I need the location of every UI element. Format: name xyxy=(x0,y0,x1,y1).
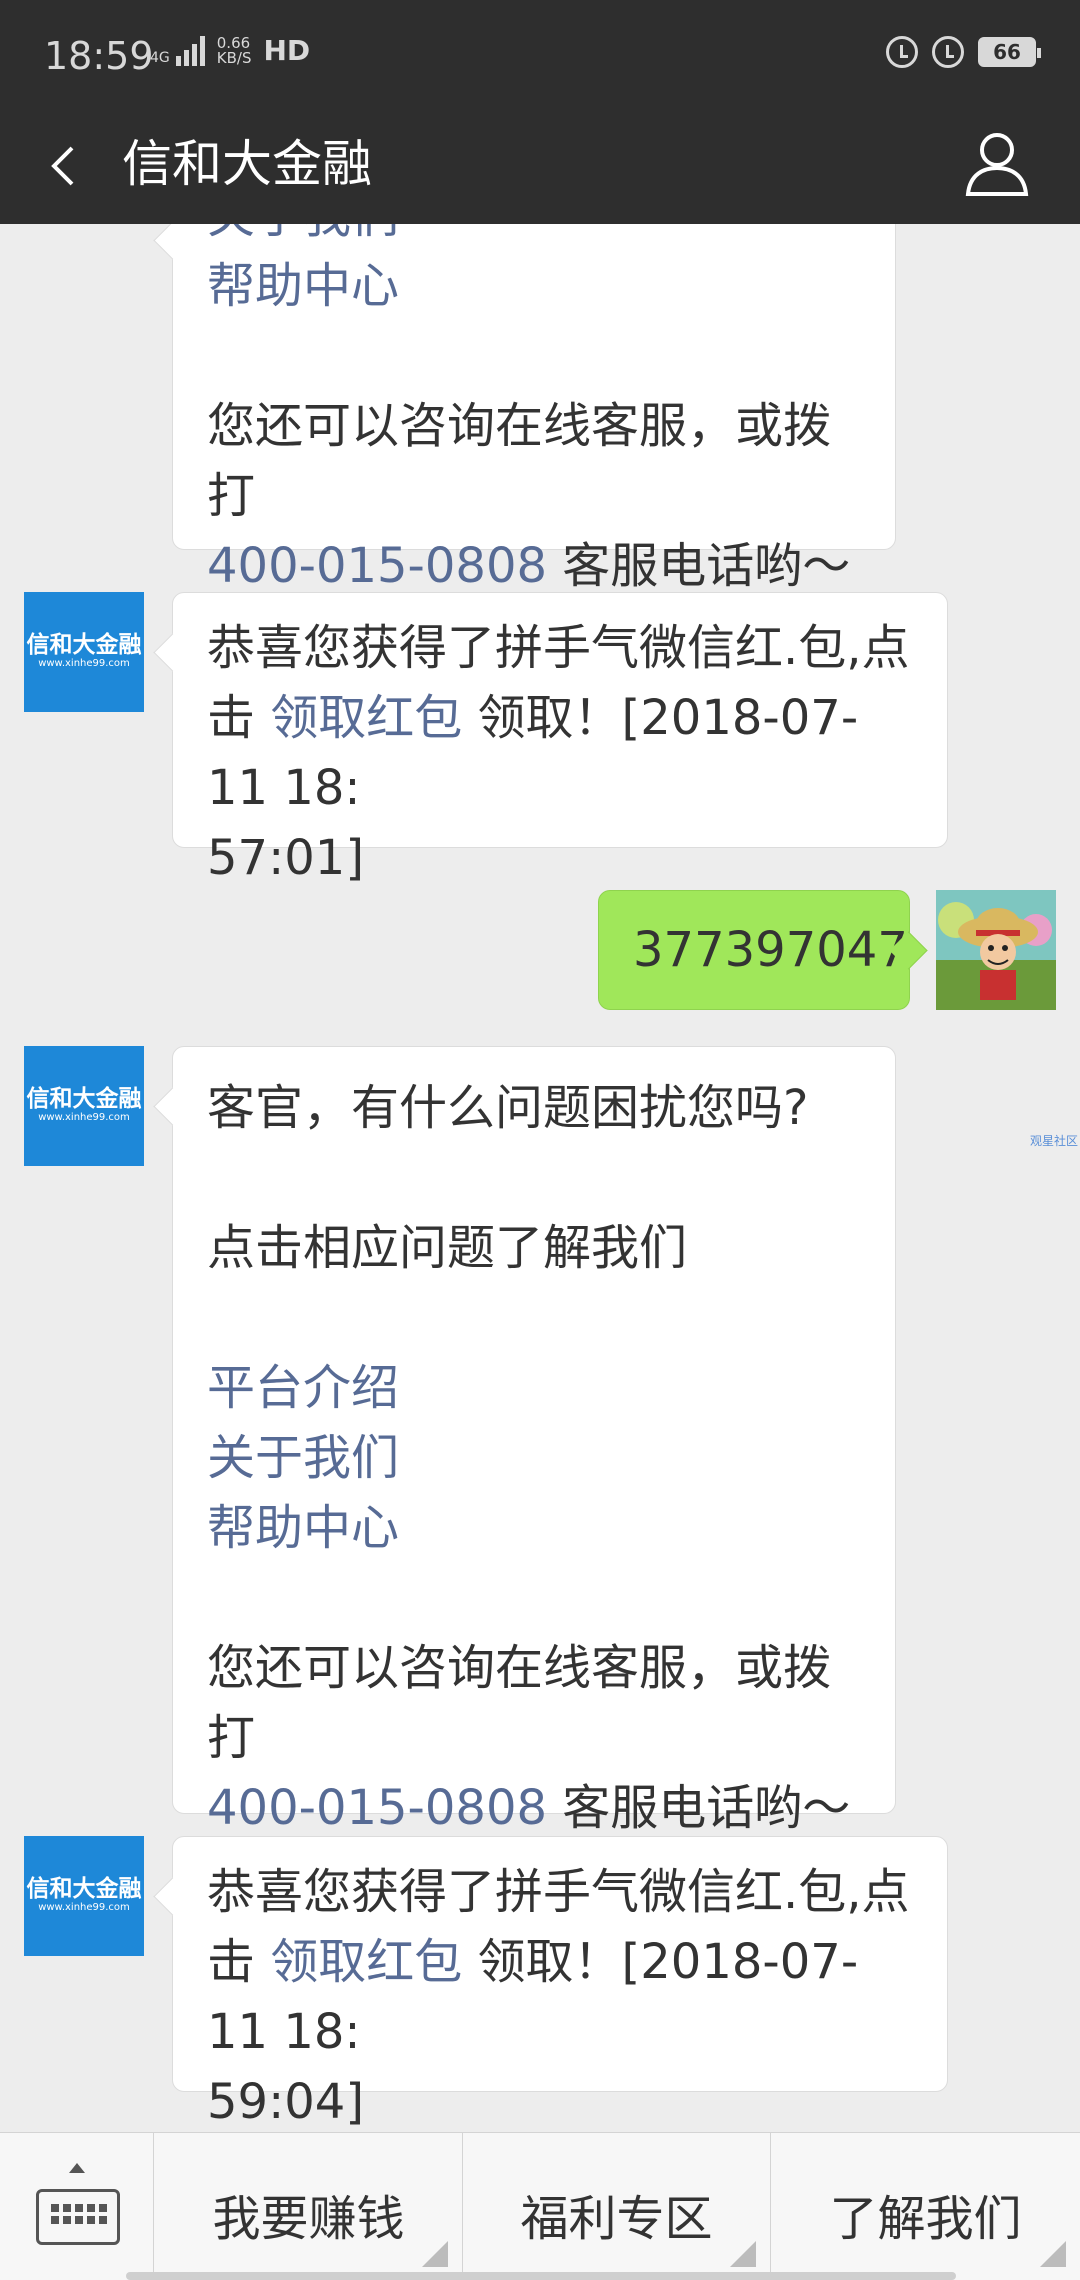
network-speed: 0.66 KB/S xyxy=(216,34,252,67)
home-indicator[interactable] xyxy=(126,2272,956,2280)
menu-earn-money[interactable]: 我要赚钱 xyxy=(155,2133,463,2280)
message-text: 377397047 xyxy=(633,922,908,978)
menu-about-us[interactable]: 了解我们 xyxy=(771,2133,1080,2280)
message-text: 击 领取红包 领取！[2018-07-11 18: xyxy=(207,690,859,816)
submenu-indicator-icon xyxy=(730,2241,756,2267)
chevron-up-icon xyxy=(69,2163,85,2173)
avatar[interactable]: 信和大金融 www.xinhe99.com xyxy=(24,592,144,712)
message-bubble: 关于我们 帮助中心 您还可以咨询在线客服，或拨打 400-015-0808 客服… xyxy=(172,224,896,594)
message-text: 59:04] xyxy=(207,2074,365,2130)
menu-benefits[interactable]: 福利专区 xyxy=(463,2133,771,2280)
watermark: 观星社区 xyxy=(1030,1134,1079,1148)
status-right: 66 xyxy=(886,36,1041,68)
profile-icon[interactable] xyxy=(964,130,1030,196)
avatar[interactable]: 信和大金融 www.xinhe99.com xyxy=(24,1836,144,1956)
bottom-menu-bar: 我要赚钱 福利专区 了解我们 xyxy=(0,2132,1080,2280)
page-title: 信和大金融 xyxy=(122,135,372,193)
user-avatar[interactable] xyxy=(936,890,1056,1010)
faq-link-help[interactable]: 帮助中心 xyxy=(207,251,861,321)
avatar[interactable]: 信和大金融 www.xinhe99.com xyxy=(24,1046,144,1166)
signal-icon xyxy=(175,36,205,66)
submenu-indicator-icon xyxy=(422,2241,448,2267)
claim-red-packet-link[interactable]: 领取红包 xyxy=(270,1934,462,1990)
chat-area[interactable]: 关于我们 帮助中心 您还可以咨询在线客服，或拨打 400-015-0808 客服… xyxy=(0,224,1080,2132)
faq-link-help[interactable]: 帮助中心 xyxy=(207,1493,861,1563)
network-type: 4G xyxy=(150,50,170,66)
keyboard-toggle-button[interactable] xyxy=(0,2133,154,2280)
message-text: 57:01] xyxy=(207,830,365,886)
claim-red-packet-link[interactable]: 领取红包 xyxy=(270,690,462,746)
battery-icon: 66 xyxy=(978,37,1041,67)
phone-link[interactable]: 400-015-0808 xyxy=(207,1780,547,1836)
message-bubble: 恭喜您获得了拼手气微信红.包,点 击 领取红包 领取！[2018-07-11 1… xyxy=(172,592,948,886)
alarm-icon xyxy=(932,36,964,68)
phone-link[interactable]: 400-015-0808 xyxy=(207,538,547,594)
network-indicator: 4G 0.66 KB/S HD xyxy=(150,36,310,66)
message-text: 恭喜您获得了拼手气微信红.包,点 xyxy=(207,1864,910,1920)
message-text: 击 领取红包 领取！[2018-07-11 18: xyxy=(207,1934,859,2060)
message-text: 400-015-0808 客服电话哟～ xyxy=(207,538,851,594)
message-text: 400-015-0808 客服电话哟～ xyxy=(207,1780,851,1836)
faq-link-platform[interactable]: 平台介绍 xyxy=(207,1353,861,1423)
status-bar: 18:59 4G 0.66 KB/S HD 66 xyxy=(0,0,1080,110)
faq-link-about[interactable]: 关于我们 xyxy=(207,1423,861,1493)
keyboard-icon xyxy=(36,2189,120,2245)
message-text: 客官，有什么问题困扰您吗? xyxy=(207,1080,809,1136)
message-text: 您还可以咨询在线客服，或拨打 xyxy=(207,398,832,524)
message-text: 点击相应问题了解我们 xyxy=(207,1220,688,1276)
message-bubble: 恭喜您获得了拼手气微信红.包,点 击 领取红包 领取！[2018-07-11 1… xyxy=(172,1836,948,2130)
submenu-indicator-icon xyxy=(1040,2241,1066,2267)
message-text: 您还可以咨询在线客服，或拨打 xyxy=(207,1640,832,1766)
faq-link-about[interactable]: 关于我们 xyxy=(207,224,861,251)
lock-rotation-icon xyxy=(886,36,918,68)
hd-indicator: HD xyxy=(263,34,311,67)
message-bubble: 客官，有什么问题困扰您吗? 点击相应问题了解我们 平台介绍 关于我们 帮助中心 … xyxy=(172,1046,896,1836)
status-time: 18:59 xyxy=(44,34,154,78)
message-bubble-outgoing: 377397047 xyxy=(598,890,910,1010)
back-icon[interactable] xyxy=(44,146,84,186)
title-bar: 信和大金融 xyxy=(0,110,1080,224)
message-text: 恭喜您获得了拼手气微信红.包,点 xyxy=(207,620,910,676)
user-avatar-image xyxy=(936,890,1056,1010)
